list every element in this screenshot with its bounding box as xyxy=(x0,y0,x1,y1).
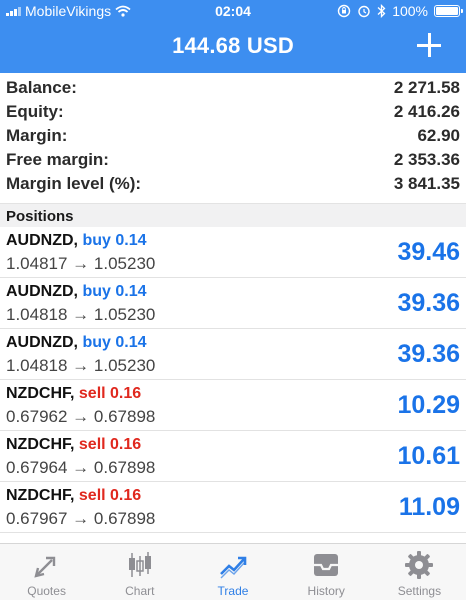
inbox-tray-icon xyxy=(314,554,339,576)
summary-value: 2 353.36 xyxy=(393,150,460,169)
position-profit: 10.61 xyxy=(397,442,460,470)
summary-row-margin: Margin: 62.90 xyxy=(6,123,460,147)
position-prices: 0.67962 → 0.67898 xyxy=(6,407,156,426)
tab-chart[interactable]: Chart xyxy=(93,544,186,600)
app-header: MobileVikings 02:04 100% 144.68 USD xyxy=(0,0,466,73)
position-row[interactable]: NZDCHF, sell 0.16 0.67962 → 0.67898 10.2… xyxy=(0,380,466,431)
tab-settings[interactable]: Settings xyxy=(373,544,466,600)
summary-label: Balance: xyxy=(6,78,77,97)
summary-value: 3 841.35 xyxy=(393,174,460,193)
position-profit: 39.36 xyxy=(397,289,460,317)
tab-label: Chart xyxy=(125,584,155,598)
position-prices: 1.04817 → 1.05230 xyxy=(6,254,156,273)
bluetooth-icon xyxy=(377,4,386,18)
tab-label: Settings xyxy=(397,584,442,598)
position-title: NZDCHF, sell 0.16 xyxy=(6,436,141,454)
positions-header: Positions xyxy=(0,203,466,227)
position-prices: 1.04818 → 1.05230 xyxy=(6,356,156,375)
position-side: sell 0.16 xyxy=(78,385,142,402)
tab-quotes[interactable]: Quotes xyxy=(0,544,93,600)
position-symbol: AUDNZD, xyxy=(6,283,78,300)
position-side: buy 0.14 xyxy=(82,232,147,249)
tab-label: Quotes xyxy=(27,584,66,598)
position-side: buy 0.14 xyxy=(82,283,147,300)
summary-label: Free margin: xyxy=(6,150,109,169)
summary-label: Margin level (%): xyxy=(6,174,142,193)
tab-history[interactable]: History xyxy=(280,544,373,600)
position-profit: 39.46 xyxy=(397,238,460,266)
position-profit: 10.29 xyxy=(397,391,460,419)
position-title: AUDNZD, buy 0.14 xyxy=(6,283,146,301)
summary-value: 2 416.26 xyxy=(393,102,460,121)
summary-row-equity: Equity: 2 416.26 xyxy=(6,99,460,123)
position-prices: 0.67964 → 0.67898 xyxy=(6,458,156,477)
position-prices: 0.67967 → 0.67898 xyxy=(6,509,156,528)
position-symbol: AUDNZD, xyxy=(6,334,78,351)
tab-bar: Quotes Chart Trade History Settings xyxy=(0,543,466,600)
status-right: 100% xyxy=(337,3,463,19)
tab-trade[interactable]: Trade xyxy=(186,544,279,600)
page-title: 144.68 USD xyxy=(172,33,294,58)
orientation-lock-icon xyxy=(337,4,351,18)
position-symbol: NZDCHF, xyxy=(6,436,75,453)
summary-row-free-margin: Free margin: 2 353.36 xyxy=(6,147,460,171)
position-symbol: AUDNZD, xyxy=(6,232,78,249)
tab-label: Trade xyxy=(217,584,249,598)
position-prices: 1.04818 → 1.05230 xyxy=(6,305,156,324)
position-title: NZDCHF, sell 0.16 xyxy=(6,385,141,403)
candlestick-chart-icon xyxy=(128,552,151,577)
account-summary: Balance: 2 271.58 Equity: 2 416.26 Margi… xyxy=(0,73,466,203)
battery-percent: 100% xyxy=(392,3,428,19)
position-title: AUDNZD, buy 0.14 xyxy=(6,334,146,352)
add-order-button[interactable] xyxy=(414,30,444,60)
tab-label: History xyxy=(307,584,345,598)
position-symbol: NZDCHF, xyxy=(6,385,75,402)
position-row[interactable]: NZDCHF, sell 0.16 0.67964 → 0.67898 10.6… xyxy=(0,431,466,482)
position-title: NZDCHF, sell 0.16 xyxy=(6,487,141,505)
position-side: sell 0.16 xyxy=(78,436,142,453)
summary-row-margin-level: Margin level (%): 3 841.35 xyxy=(6,171,460,195)
summary-value: 62.90 xyxy=(417,126,460,145)
summary-label: Equity: xyxy=(6,102,64,121)
position-row[interactable]: AUDNZD, buy 0.14 1.04818 → 1.05230 39.36 xyxy=(0,329,466,380)
summary-value: 2 271.58 xyxy=(393,78,460,97)
status-bar: MobileVikings 02:04 100% xyxy=(0,0,466,22)
position-profit: 11.09 xyxy=(398,493,460,521)
summary-label: Margin: xyxy=(6,126,68,145)
trade-icon xyxy=(220,556,247,579)
gear-icon xyxy=(405,551,434,579)
position-row[interactable]: NZDCHF, sell 0.16 0.67967 → 0.67898 11.0… xyxy=(0,482,466,533)
battery-icon xyxy=(434,5,463,17)
position-side: sell 0.16 xyxy=(78,487,142,504)
position-side: buy 0.14 xyxy=(82,334,147,351)
summary-row-balance: Balance: 2 271.58 xyxy=(6,75,460,99)
quotes-icon xyxy=(33,556,55,578)
position-profit: 39.36 xyxy=(397,340,460,368)
position-title: AUDNZD, buy 0.14 xyxy=(6,232,146,250)
position-row[interactable]: AUDNZD, buy 0.14 1.04818 → 1.05230 39.36 xyxy=(0,278,466,329)
position-symbol: NZDCHF, xyxy=(6,487,75,504)
position-row[interactable]: AUDNZD, buy 0.14 1.04817 → 1.05230 39.46 xyxy=(0,227,466,278)
alarm-icon xyxy=(358,5,370,18)
